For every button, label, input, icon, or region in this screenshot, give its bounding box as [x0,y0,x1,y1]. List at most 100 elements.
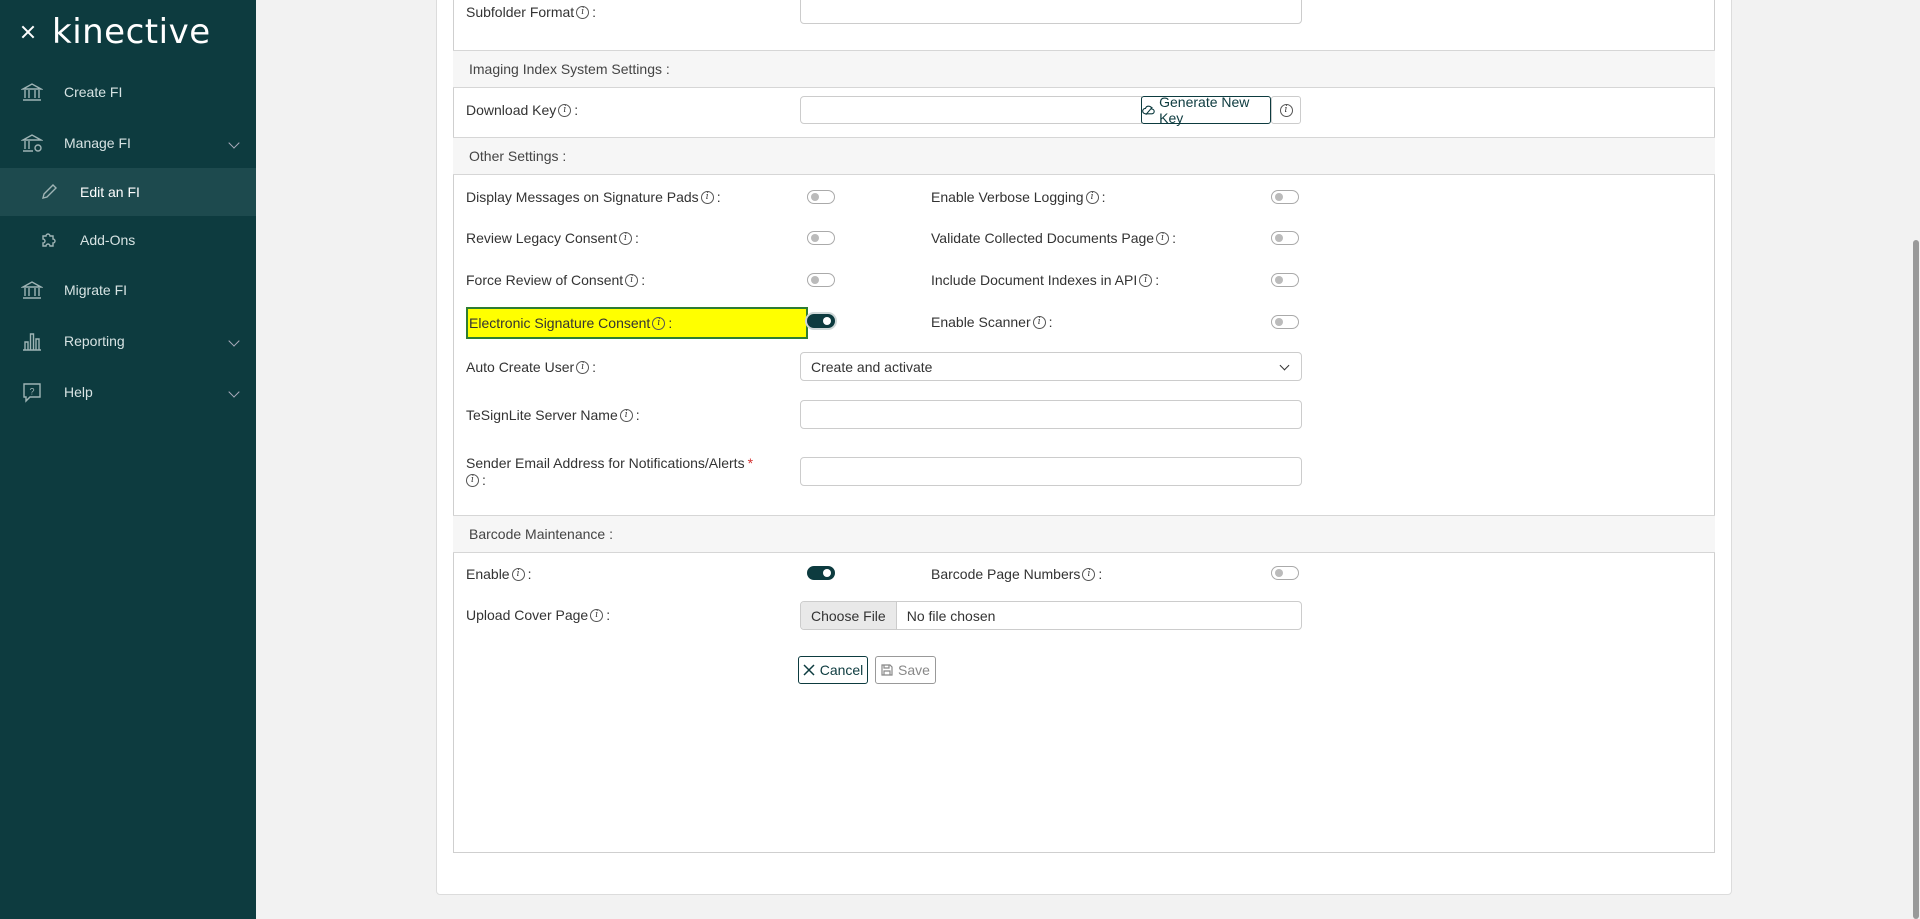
sidebar-item-label: Edit an FI [80,184,140,200]
no-file-text: No file chosen [906,607,996,624]
close-icon [803,664,815,676]
info-icon[interactable]: i [619,408,633,422]
sidebar-item-label: Reporting [64,332,125,349]
sidebar-item-reporting[interactable]: Reporting [0,315,256,366]
sidebar-item-add-ons[interactable]: Add-Ons [0,216,256,264]
chevron-down-icon [228,386,240,398]
chevron-down-icon [1279,360,1290,371]
save-button[interactable]: Save [875,656,936,684]
force-review-label: Force Review of Consent i: [466,272,646,288]
barcode-page-numbers-toggle[interactable] [1271,566,1299,580]
save-label: Save [898,662,930,678]
validate-docs-label: Validate Collected Documents Page i: [931,230,1176,246]
verbose-logging-toggle[interactable] [1271,190,1299,204]
main-content: Subfolder Format i: Imaging Index System … [256,0,1920,919]
info-icon: i [1279,103,1293,117]
include-indexes-label: Include Document Indexes in API i: [931,272,1160,288]
required-marker: * [747,455,754,471]
info-icon[interactable]: i [618,231,632,245]
close-icon[interactable] [20,24,36,40]
sidebar-item-label: Manage FI [64,134,131,151]
barcode-enable-label: Enable i: [466,566,532,582]
barcode-enable-toggle[interactable] [807,566,835,580]
info-icon[interactable]: i [1082,567,1096,581]
download-key-input[interactable] [800,96,1142,124]
sidebar-item-label: Migrate FI [64,281,128,298]
sidebar-header: kinective [0,0,256,64]
info-icon[interactable]: i [590,608,604,622]
page-scrollbar[interactable] [1912,0,1920,919]
download-key-info-button[interactable]: i [1271,96,1301,124]
sidebar-item-help[interactable]: ? Help [0,366,256,417]
info-icon[interactable]: i [558,103,572,117]
barcode-page-numbers-label: Barcode Page Numbers i: [931,566,1103,582]
sidebar-item-label: Help [64,383,93,400]
scrollbar-thumb[interactable] [1913,240,1919,919]
cancel-button[interactable]: Cancel [798,656,868,684]
floppy-disk-icon [881,664,893,676]
info-icon[interactable]: i [1085,190,1099,204]
esign-consent-toggle[interactable] [807,314,835,328]
subfolder-format-input[interactable] [800,0,1302,24]
info-icon[interactable]: i [625,273,639,287]
subfolder-format-label: Subfolder Format i: [466,4,597,20]
other-settings-header: Other Settings : [453,137,1715,175]
display-messages-toggle[interactable] [807,190,835,204]
sender-email-label: Sender Email Address for Notifications/A… [466,455,754,471]
info-icon[interactable]: i [652,316,666,330]
verbose-logging-label: Enable Verbose Logging i: [931,189,1106,205]
info-icon[interactable]: i [576,5,590,19]
svg-text:?: ? [30,386,35,396]
auto-create-user-select[interactable]: Create and activate [800,352,1302,381]
sidebar-item-label: Add-Ons [80,232,136,248]
cancel-label: Cancel [819,662,864,678]
auto-create-user-label: Auto Create User i: [466,359,597,375]
display-messages-label: Display Messages on Signature Pads i: [466,189,721,205]
choose-file-button[interactable]: Choose File [801,602,897,629]
cloud-icon [1142,105,1155,116]
info-icon[interactable]: i [1032,315,1046,329]
info-icon[interactable]: i [700,190,714,204]
info-icon[interactable]: i [466,473,479,487]
sidebar-item-migrate-fi[interactable]: Migrate FI [0,264,256,315]
generate-key-label: Generate New Key [1159,94,1250,126]
info-icon[interactable]: i [511,567,525,581]
sidebar: kinective Create FI Manage FI Edit an FI… [0,0,256,919]
puzzle-icon [38,229,60,251]
brand-logo: kinective [52,12,211,52]
info-icon[interactable]: i [1156,231,1170,245]
review-legacy-toggle[interactable] [807,231,835,245]
sidebar-item-manage-fi[interactable]: Manage FI [0,117,256,168]
bar-chart-icon [20,329,44,353]
sidebar-item-create-fi[interactable]: Create FI [0,66,256,117]
sender-email-info: i: [464,471,486,489]
generate-new-key-button[interactable]: Generate New Key [1141,94,1271,126]
tesign-server-label: TeSignLite Server Name i: [466,407,640,423]
chevron-down-icon [228,335,240,347]
sidebar-item-label: Create FI [64,83,123,100]
pencil-icon [38,181,60,203]
info-icon[interactable]: i [1139,273,1153,287]
esign-consent-label-highlighted: Electronic Signature Consent i: [466,307,808,339]
include-indexes-toggle[interactable] [1271,273,1299,287]
tesign-server-input[interactable] [800,400,1302,429]
upload-cover-label: Upload Cover Page i: [466,607,611,623]
enable-scanner-label: Enable Scanner i: [931,314,1053,330]
bank-icon [20,80,44,104]
download-key-label: Download Key i: [466,102,579,118]
barcode-section-header: Barcode Maintenance : [453,515,1715,553]
bank-arrow-icon [20,278,44,302]
sender-email-input[interactable] [800,457,1302,486]
auto-create-user-value: Create and activate [811,358,933,375]
enable-scanner-toggle[interactable] [1271,315,1299,329]
help-bubble-icon: ? [20,380,44,404]
info-icon[interactable]: i [576,360,590,374]
review-legacy-label: Review Legacy Consent i: [466,230,639,246]
cover-page-file-input[interactable]: Choose File No file chosen [800,601,1302,630]
chevron-down-icon [228,137,240,149]
force-review-toggle[interactable] [807,273,835,287]
imaging-section-header: Imaging Index System Settings : [453,50,1715,88]
validate-docs-toggle[interactable] [1271,231,1299,245]
bank-gear-icon [20,131,44,155]
sidebar-item-edit-fi[interactable]: Edit an FI [0,168,256,216]
